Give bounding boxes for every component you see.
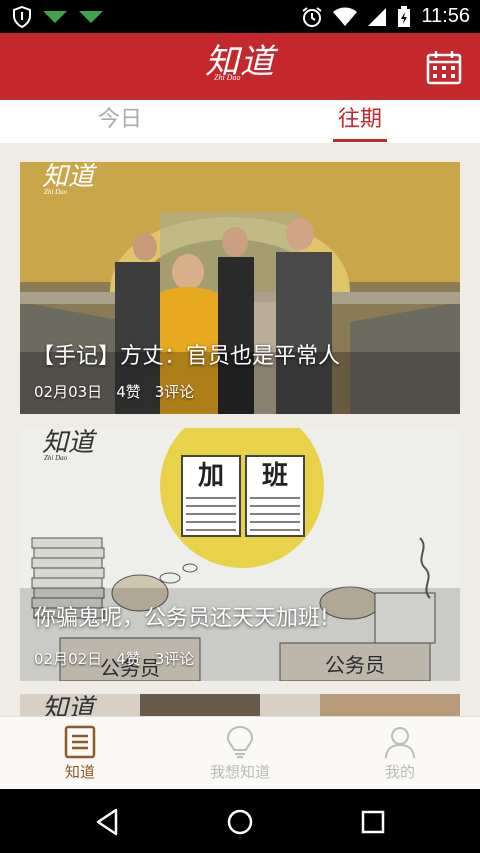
clock-time: 11:56 [421,5,470,27]
logo-subtitle: Zhi Dao [214,73,241,82]
article-card[interactable]: 知道 Zhi Dao 【手记】方丈：官员也是平常人 02月03日 4赞 3评论 [20,162,460,414]
alarm-icon [301,6,323,28]
tab-bar: 今日 往期 [0,100,480,143]
nav-item-mine[interactable]: 我的 [320,717,480,790]
lightbulb-icon [226,725,254,758]
nav-label: 我的 [384,763,415,781]
calendar-icon [426,51,462,85]
article-card[interactable]: 知道 [20,694,460,716]
card-watermark-logo: 知道 [42,694,94,716]
nav-label: 我想知道 [209,763,270,781]
article-meta: 02月03日 4赞 3评论 [34,381,194,402]
article-cartoon: 加 班 公务员 公务员 [20,428,460,681]
status-bar: 11:56 [0,0,480,33]
card-watermark-logo: 知道 Zhi Dao [42,162,94,196]
article-title[interactable]: 【手记】方丈：官员也是平常人 [32,338,340,370]
cartoon-text-ban: 班 [262,461,288,491]
shield-icon [12,6,32,28]
article-title[interactable]: 你骗鬼呢，公务员还天天加班! [34,600,329,632]
calendar-button[interactable] [426,49,462,85]
article-date: 02月03日 [34,383,103,401]
card-watermark-logo: 知道 Zhi Dao [42,428,94,462]
back-icon[interactable] [92,807,122,837]
nav-item-want-to-know[interactable]: 我想知道 [160,717,320,790]
signal-green-icon [78,9,104,25]
card-logo-subtitle: Zhi Dao [44,188,68,196]
tab-today-label: 今日 [97,107,142,132]
signal-green-icon [42,9,68,25]
cell-signal-icon [367,7,387,27]
person-icon [385,727,415,759]
active-tab-indicator [333,139,387,142]
article-likes: 4赞 [116,650,141,668]
cartoon-text-jia: 加 [198,461,224,491]
tab-today[interactable]: 今日 [0,100,240,143]
article-photo [20,162,460,414]
nav-item-zhidao[interactable]: 知道 [0,717,160,790]
card-logo-text: 知道 [42,694,95,716]
article-card[interactable]: 加 班 公务员 公务员 知道 Zhi Dao 你骗鬼呢，公务员还天天加班! 02… [20,428,460,681]
nav-label: 知道 [64,763,95,781]
wifi-icon [333,7,358,27]
document-icon [64,725,96,759]
article-comments: 3评论 [154,383,195,401]
article-comments: 3评论 [154,650,195,668]
app-header: 知道 Zhi Dao [0,33,480,100]
bottom-nav: 知道 我想知道 我的 [0,716,480,789]
system-navigation-bar [0,789,480,853]
card-logo-subtitle: Zhi Dao [44,454,68,462]
tab-past[interactable]: 往期 [240,100,480,143]
article-meta: 02月02日 4赞 3评论 [34,648,194,669]
tab-past-label: 往期 [337,107,382,132]
article-date: 02月02日 [34,650,103,668]
home-icon[interactable] [225,807,255,837]
article-likes: 4赞 [116,383,141,401]
battery-charging-icon [397,5,411,28]
article-feed[interactable]: 知道 Zhi Dao 【手记】方丈：官员也是平常人 02月03日 4赞 3评论 … [0,143,480,716]
recents-icon[interactable] [358,807,388,837]
